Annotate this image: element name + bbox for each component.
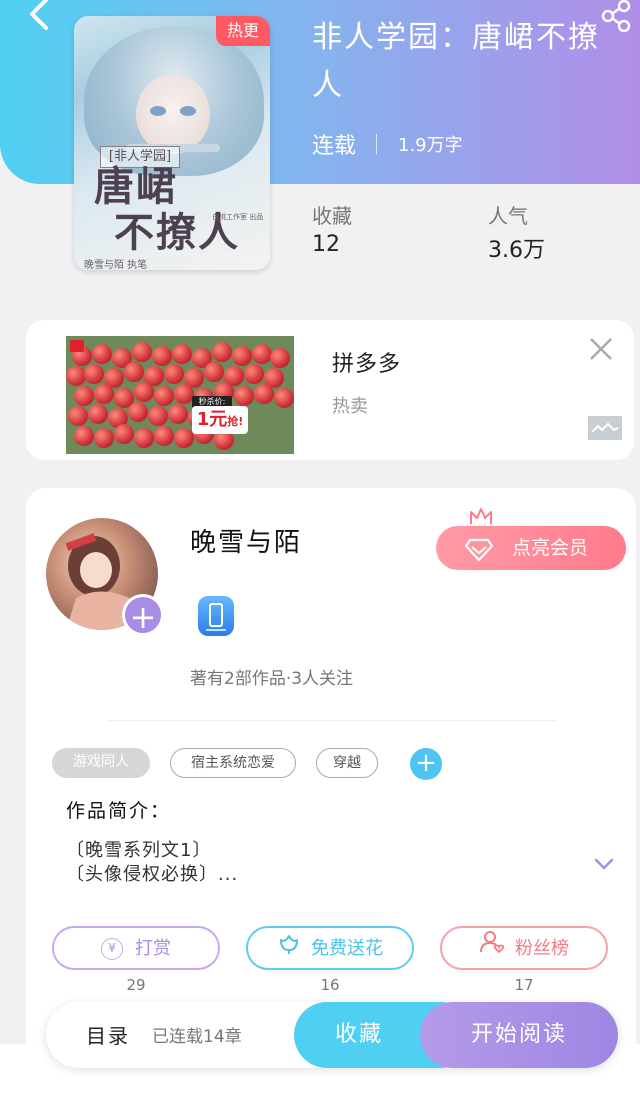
reward-label: 打赏 — [135, 938, 171, 959]
flower-count: 16 — [320, 976, 340, 994]
back-button[interactable] — [24, 0, 54, 34]
cover-title-line1: 唐峮 — [94, 163, 178, 210]
ad-title: 拼多多 — [332, 352, 402, 377]
ad-price: 1元抢! — [192, 406, 248, 434]
vip-button-label: 点亮会员 — [512, 537, 589, 559]
chapter-count: 已连载14章 — [152, 1027, 242, 1047]
author-badge-icon — [198, 596, 234, 636]
start-reading-button[interactable]: 开始阅读 — [420, 1002, 618, 1068]
cover-art-face — [136, 74, 210, 154]
tag-item[interactable]: 游戏同人 — [52, 748, 150, 778]
ad-brand-badge — [70, 340, 84, 352]
book-title: 非人学园：唐峮不撩人 — [312, 20, 600, 103]
add-tag-button[interactable]: + — [410, 748, 442, 780]
fans-rank-label: 粉丝榜 — [515, 938, 569, 959]
collect-label: 收藏 — [312, 204, 352, 228]
cover-art-eye — [150, 106, 166, 116]
chevron-down-icon — [594, 858, 614, 870]
reward-count: 29 — [126, 976, 146, 994]
expand-intro-button[interactable] — [592, 852, 616, 876]
plus-icon: + — [129, 598, 157, 636]
hot-update-badge: 热更 — [216, 16, 270, 46]
popularity-value: 3.6万 — [488, 238, 545, 263]
ad-subtitle: 热卖 — [332, 396, 368, 417]
reward-button[interactable]: ¥ 打赏 — [52, 926, 220, 970]
cover-title: 唐峮 不撩人 — [94, 164, 264, 256]
divider — [108, 720, 556, 721]
ad-card[interactable]: 秒杀价: 1元抢! 拼多多 热卖 — [26, 320, 634, 460]
tag-item[interactable]: 穿越 — [316, 748, 378, 778]
collect-button-label: 收藏 — [334, 1022, 383, 1047]
book-cover[interactable]: 热更 [非人学园] 唐峮 不撩人 白桃工作室 出品 晚雪与陌 执笔 — [74, 16, 270, 270]
vip-button[interactable]: 点亮会员 — [436, 526, 626, 570]
collect-value: 12 — [312, 232, 340, 257]
crown-icon — [468, 506, 494, 528]
flower-icon — [277, 928, 301, 970]
ad-grab-text: 抢! — [227, 415, 244, 428]
ad-logo-icon — [591, 422, 619, 433]
phone-badge-icon — [206, 603, 226, 631]
word-count: 1.9万字 — [398, 135, 463, 156]
fans-count: 17 — [514, 976, 534, 994]
toc-button[interactable]: 目录 — [86, 1020, 130, 1049]
ad-close-button[interactable] — [586, 334, 616, 364]
intro-label: 作品简介： — [66, 800, 172, 822]
tag-item[interactable]: 宿主系统恋爱 — [170, 748, 296, 778]
yen-icon: ¥ — [101, 938, 123, 960]
diamond-icon — [464, 535, 494, 579]
ad-image[interactable] — [66, 336, 294, 454]
fans-rank-button[interactable]: 粉丝榜 — [440, 926, 608, 970]
cover-publisher: 白桃工作室 出品 — [212, 213, 264, 221]
cover-art-eye — [180, 106, 196, 116]
popularity-label: 人气 — [488, 204, 528, 228]
send-flower-button[interactable]: 免费送花 — [246, 926, 414, 970]
ad-platform-logo — [588, 416, 622, 440]
intro-line: 〔晚雪系列文1〕 — [66, 840, 212, 861]
intro-line: 〔头像侵权必换〕... — [66, 864, 239, 885]
author-stats: 著有2部作品·3人关注 — [190, 669, 354, 689]
send-flower-label: 免费送花 — [311, 938, 383, 959]
follow-author-button[interactable]: + — [122, 594, 164, 636]
ad-price-value: 1元 — [196, 409, 228, 430]
author-name: 晚雪与陌 — [190, 528, 303, 558]
divider — [376, 134, 377, 154]
fans-icon — [479, 928, 505, 970]
close-icon — [590, 338, 612, 360]
bottom-action-bar: 目录 已连载14章 收藏 开始阅读 — [46, 1002, 618, 1068]
serial-status: 连载 — [312, 134, 357, 159]
plus-icon: + — [415, 748, 437, 778]
chevron-left-icon — [30, 0, 48, 30]
cover-author: 晚雪与陌 执笔 — [84, 260, 148, 270]
